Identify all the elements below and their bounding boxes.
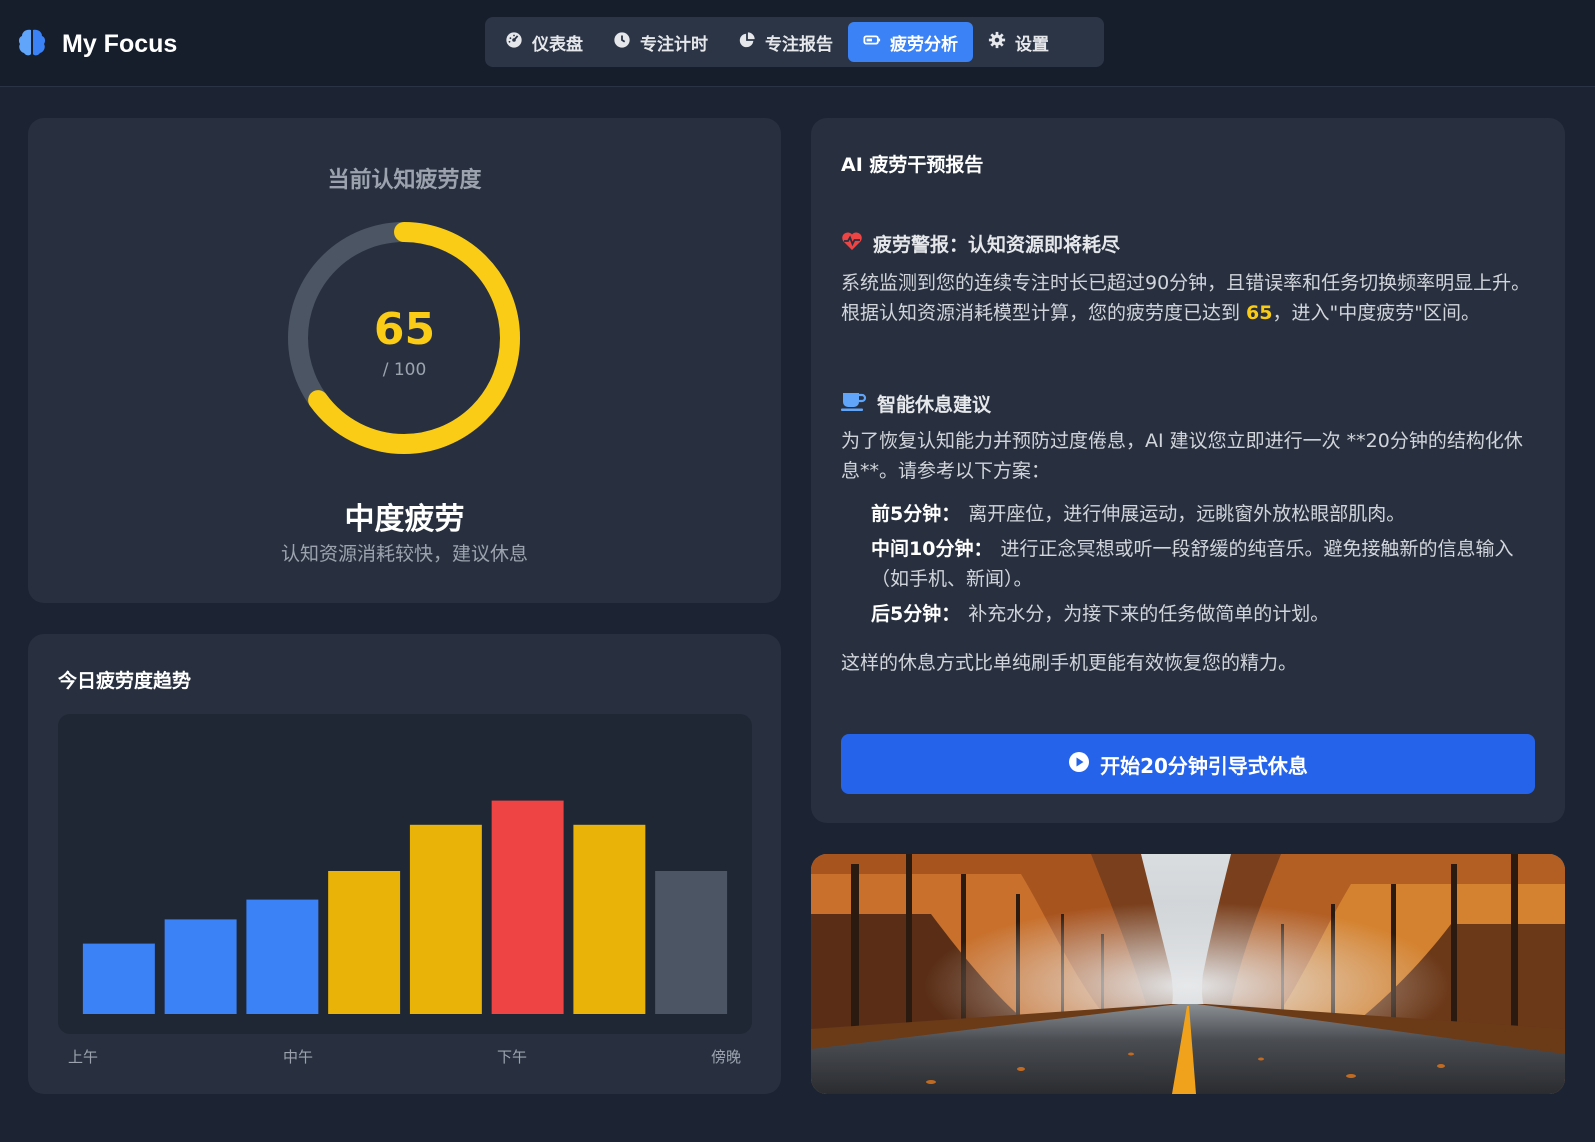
nav-fatigue-analysis[interactable]: 疲劳分析 [848,22,973,62]
trend-bar [246,899,319,1014]
fatigue-score: 65 [373,304,436,355]
battery-icon [863,31,890,54]
nav-label: 专注报告 [765,34,833,55]
plan-step-text: 补充水分，为接下来的任务做简单的计划。 [968,603,1330,625]
autumn-road-image [811,854,1565,1094]
trend-bar [82,943,155,1014]
clock-icon [613,31,640,54]
nav-dashboard[interactable]: 仪表盘 [490,22,598,62]
trend-bar [491,800,564,1014]
fatigue-max: / 100 [382,360,427,380]
start-guided-rest-button[interactable]: 开始20分钟引导式休息 [841,734,1535,794]
nav-label: 设置 [1015,34,1049,55]
fatigue-level: 中度疲劳 [344,502,465,537]
ai-report-card: AI 疲劳干预报告 疲劳警报：认知资源即将耗尽 系统监测到您的连续专注时长已超过… [811,118,1565,823]
plan-step-label: 中间10分钟： [871,538,993,560]
trend-chart [58,714,752,1034]
app-name: My Focus [62,29,178,58]
heartbeat-icon [841,231,873,256]
plan-step-label: 前5分钟： [871,503,961,525]
alert-text-end: ，进入"中度疲劳"区间。 [1272,302,1480,324]
nav-focus-report[interactable]: 专注报告 [723,22,848,62]
nav-label: 仪表盘 [532,34,583,55]
trend-bar [655,871,728,1014]
rest-heading: 智能休息建议 [841,390,991,417]
fatigue-description: 认知资源消耗较快，建议休息 [280,543,528,565]
alert-heading-text: 疲劳警报：认知资源即将耗尽 [873,234,1121,256]
autumn-road-illustration [811,854,1565,1094]
x-label-evening: 傍晚 [711,1048,742,1066]
trend-bar [328,871,401,1014]
plan-step-text: 离开座位，进行伸展运动，远眺窗外放松眼部肌肉。 [968,503,1406,525]
main-nav: 仪表盘 专注计时 专注报告 疲劳分析 设置 [485,17,1104,67]
trend-title: 今日疲劳度趋势 [58,670,192,692]
alert-paragraph: 系统监测到您的连续专注时长已超过90分钟，且错误率和任务切换频率明显上升。根据认… [841,268,1531,328]
rest-heading-text: 智能休息建议 [877,394,992,416]
coffee-cup-icon [841,391,877,416]
fatigue-gauge-card: 当前认知疲劳度 65 / 100 中度疲劳 认知资源消耗较快，建议休息 [28,118,781,603]
trend-bar [164,919,237,1014]
trend-chart-svg [82,800,728,1014]
fatigue-trend-card: 今日疲劳度趋势 上午 中午 下午 傍晚 [28,634,781,1094]
gear-icon [988,31,1015,54]
play-icon [1068,751,1100,778]
brand[interactable]: My Focus [16,26,177,62]
brain-icon [16,26,48,62]
nav-label: 疲劳分析 [890,34,958,55]
pie-chart-icon [738,31,765,54]
alert-heading: 疲劳警报：认知资源即将耗尽 [841,230,1120,257]
closing-text: 这样的休息方式比单纯刷手机更能有效恢复您的精力。 [841,652,1298,674]
nav-focus-timer[interactable]: 专注计时 [598,22,723,62]
cta-label: 开始20分钟引导式休息 [1100,753,1308,778]
nav-settings[interactable]: 设置 [973,22,1064,62]
trend-bar [409,824,482,1014]
top-bar: My Focus 仪表盘 专注计时 专注报告 疲劳分析 设置 [0,0,1595,87]
trend-bar [573,824,646,1014]
dashboard-icon [505,31,532,54]
rest-intro: 为了恢复认知能力并预防过度倦息，AI 建议您立即进行一次 **20分钟的结构化休… [841,430,1523,482]
plan-step: 中间10分钟： 进行正念冥想或听一段舒缓的纯音乐。避免接触新的信息输入（如手机、新… [871,534,1531,594]
plan-step: 前5分钟： 离开座位，进行伸展运动，远眺窗外放松眼部肌肉。 [871,499,1531,529]
plan-step: 后5分钟： 补充水分，为接下来的任务做简单的计划。 [871,599,1531,629]
plan-step-label: 后5分钟： [871,603,961,625]
report-title: AI 疲劳干预报告 [841,154,984,176]
x-label-morning: 上午 [68,1048,99,1066]
gauge-title: 当前认知疲劳度 [327,168,482,193]
x-label-afternoon: 下午 [497,1048,528,1066]
nav-label: 专注计时 [640,34,708,55]
x-label-noon: 中午 [283,1048,314,1066]
alert-score-highlight: 65 [1246,302,1273,324]
